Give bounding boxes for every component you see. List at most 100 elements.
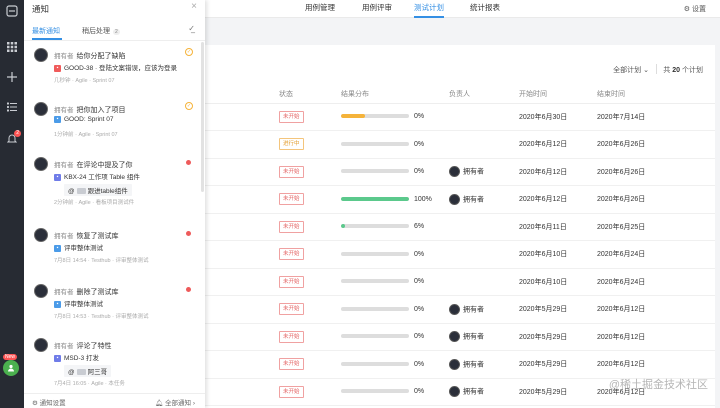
settings-button[interactable]: ⚙ 设置 bbox=[684, 4, 706, 14]
notification-actor: 拥有者 评论了特性 bbox=[54, 340, 112, 351]
gear-icon: ⚙ bbox=[683, 6, 691, 13]
count-value: 20 bbox=[672, 67, 681, 74]
avatar bbox=[34, 284, 48, 298]
progress-bar bbox=[341, 279, 409, 284]
table-header-row: 状态 结果分布 负责人 开始时间 结束时间 bbox=[205, 85, 715, 104]
tab-test-plan[interactable]: 测试计划 bbox=[414, 0, 444, 18]
table-row[interactable]: 未开始 0% 拥有者 2020年5月29日 2020年6月12日 bbox=[205, 295, 715, 324]
add-icon[interactable] bbox=[0, 66, 24, 88]
table-row[interactable]: 未开始 0% 2020年6月30日 2020年7月14日 bbox=[205, 103, 715, 131]
gear-icon: ⚙ bbox=[32, 400, 38, 407]
actor-name: 拥有者 bbox=[54, 343, 74, 350]
tab-count-badge: 2 bbox=[113, 29, 120, 35]
notification-action: 评论了特性 bbox=[76, 343, 112, 350]
tab-reports[interactable]: 统计报表 bbox=[470, 0, 500, 18]
avatar bbox=[34, 102, 48, 116]
progress-bar bbox=[341, 334, 409, 339]
attachment-icon bbox=[76, 188, 86, 195]
notification-target[interactable]: ▪ 评审整体测试 bbox=[54, 298, 103, 308]
status-cell: 未开始 bbox=[205, 323, 341, 351]
end-date: 2020年6月12日 bbox=[597, 350, 715, 379]
progress-percent: 0% bbox=[414, 388, 425, 396]
all-notifications-label: 全部通知 bbox=[165, 400, 192, 407]
tab-latest-notifications[interactable]: 最新通知 bbox=[32, 26, 60, 36]
plans-table: 状态 结果分布 负责人 开始时间 结束时间 未开始 0% 2020年6月30日 202… bbox=[205, 85, 715, 406]
status-cell: 进行中 bbox=[205, 130, 341, 159]
table-row[interactable]: 未开始 0% 2020年6月10日 2020年6月24日 bbox=[205, 240, 715, 269]
distribution-cell: 0% bbox=[341, 158, 449, 186]
notification-actor: 拥有者 把你加入了项目 bbox=[54, 104, 126, 115]
notification-item[interactable]: 拥有者 评论了特性 ▪ MSD-3 打发 @ 阿三哥 7月4日 16:05 · Agile … bbox=[24, 338, 205, 390]
mark-read-icon[interactable]: ✓ bbox=[185, 48, 193, 56]
owner-name: 拥有者 bbox=[463, 168, 484, 176]
notification-actor: 拥有者 给你分配了缺陷 bbox=[54, 50, 126, 61]
tab-handle-later[interactable]: 稍后处理 2 bbox=[82, 26, 120, 36]
status-badge: 未开始 bbox=[279, 275, 304, 288]
table-row[interactable]: 未开始 0% 拥有者 2020年6月12日 2020年6月26日 bbox=[205, 158, 715, 186]
notification-target[interactable]: ▪ GOOD: Sprint 07 bbox=[54, 116, 114, 123]
tab-case-management[interactable]: 用例管理 bbox=[305, 0, 335, 18]
divider bbox=[24, 40, 205, 41]
notification-settings-link[interactable]: ⚙ 通知设置 bbox=[32, 397, 66, 407]
chevron-right-icon: › bbox=[192, 400, 195, 407]
table-row[interactable]: 未开始 0% 拥有者 2020年5月29日 2020年6月12日 bbox=[205, 323, 715, 351]
user-avatar[interactable] bbox=[3, 360, 19, 376]
notification-action: 恢复了测试库 bbox=[76, 233, 119, 240]
mention-preview: @ 阿三哥 bbox=[64, 365, 112, 377]
table-row[interactable]: 进行中 0% 2020年6月12日 2020年6月26日 bbox=[205, 130, 715, 159]
notification-target[interactable]: ▪ KBX-24 工作项 Table 组件 bbox=[54, 171, 140, 181]
notification-target[interactable]: ▪ GOOD-38 · 登陆文案错误，应该为登录 bbox=[54, 62, 177, 72]
notification-action: 删除了测试库 bbox=[76, 289, 119, 296]
start-date: 2020年6月11日 bbox=[519, 213, 597, 241]
distribution-cell: 0% bbox=[341, 103, 449, 131]
notification-actor: 拥有者 恢复了测试库 bbox=[54, 230, 119, 241]
unread-dot[interactable] bbox=[186, 287, 191, 292]
filter-label: 全部计划 bbox=[613, 67, 642, 74]
notification-item[interactable]: 拥有者 恢复了测试库 ▪ 评审整体测试 7月8日 14:54 · Testhub · 评… bbox=[24, 228, 205, 280]
progress-bar bbox=[341, 114, 409, 119]
table-row[interactable]: 未开始 0% 拥有者 2020年5月29日 2020年6月12日 bbox=[205, 350, 715, 379]
all-notifications-link[interactable]: 🔔︎ 全部通知 › bbox=[155, 397, 195, 407]
table-row[interactable]: 未开始 0% 2020年6月10日 2020年6月24日 bbox=[205, 268, 715, 296]
notification-panel: 通知 × 最新通知 稍后处理 2 ✓̲ 拥有者 给你分配了缺陷 ✓ ▪ GOOD-38 ·… bbox=[24, 0, 205, 408]
table-row[interactable]: 未开始 100% 拥有者 2020年6月12日 2020年6月26日 bbox=[205, 185, 715, 214]
notification-item[interactable]: 拥有者 在评论中提及了你 ▪ KBX-24 工作项 Table 组件 @ 跟进table组… bbox=[24, 157, 205, 209]
item-type-icon: ▪ bbox=[54, 244, 61, 252]
owner-name: 拥有者 bbox=[463, 196, 484, 204]
end-date: 2020年6月26日 bbox=[597, 185, 715, 214]
list-icon[interactable] bbox=[0, 96, 24, 118]
notification-bell-icon[interactable]: 2 bbox=[0, 128, 24, 150]
status-badge: 未开始 bbox=[279, 248, 304, 261]
avatar bbox=[34, 48, 48, 62]
owner-cell: 拥有者 bbox=[449, 323, 519, 351]
progress-percent: 0% bbox=[414, 140, 425, 148]
status-badge: 未开始 bbox=[279, 330, 304, 343]
notification-meta: 7月4日 16:05 · Agile · 本任务 bbox=[54, 381, 125, 387]
mention-text: 跟进table组件 bbox=[87, 188, 128, 195]
distribution-cell: 0% bbox=[341, 350, 449, 379]
owner-cell: 拥有者 bbox=[449, 158, 519, 186]
unread-dot[interactable] bbox=[186, 231, 191, 236]
status-cell: 未开始 bbox=[205, 158, 341, 186]
notification-item[interactable]: 拥有者 把你加入了项目 ✓ ▪ GOOD: Sprint 07 1分钟前 · Agile … bbox=[24, 102, 205, 154]
unread-dot[interactable] bbox=[186, 160, 191, 165]
status-badge: 未开始 bbox=[279, 220, 304, 233]
owner-cell bbox=[449, 240, 519, 269]
status-cell: 未开始 bbox=[205, 103, 341, 131]
plan-filter-dropdown[interactable]: 全部计划 ⌄ bbox=[613, 65, 649, 75]
owner-name: 拥有者 bbox=[463, 333, 484, 341]
status-cell: 未开始 bbox=[205, 213, 341, 241]
notification-target[interactable]: ▪ MSD-3 打发 bbox=[54, 352, 99, 362]
notification-item[interactable]: 拥有者 给你分配了缺陷 ✓ ▪ GOOD-38 · 登陆文案错误，应该为登录 几秒钟 · … bbox=[24, 48, 205, 100]
logo-icon[interactable] bbox=[0, 0, 24, 22]
progress-bar bbox=[341, 251, 409, 256]
apps-grid-icon[interactable] bbox=[0, 36, 24, 58]
plans-card: 全部计划 ⌄ 共 20 个计划 状态 结果分布 负责人 开始时间 结束时间 未开… bbox=[205, 45, 715, 408]
mark-all-read-icon[interactable]: ✓̲ bbox=[188, 24, 195, 33]
notification-item[interactable]: 拥有者 删除了测试库 ▪ 评审整体测试 7月8日 14:53 · Testhub · 评… bbox=[24, 284, 205, 336]
mark-read-icon[interactable]: ✓ bbox=[185, 102, 193, 110]
close-icon[interactable]: × bbox=[191, 1, 197, 12]
tab-case-review[interactable]: 用例评审 bbox=[362, 0, 392, 18]
table-row[interactable]: 未开始 6% 2020年6月11日 2020年6月25日 bbox=[205, 213, 715, 241]
notification-target[interactable]: ▪ 评审整体测试 bbox=[54, 242, 103, 252]
